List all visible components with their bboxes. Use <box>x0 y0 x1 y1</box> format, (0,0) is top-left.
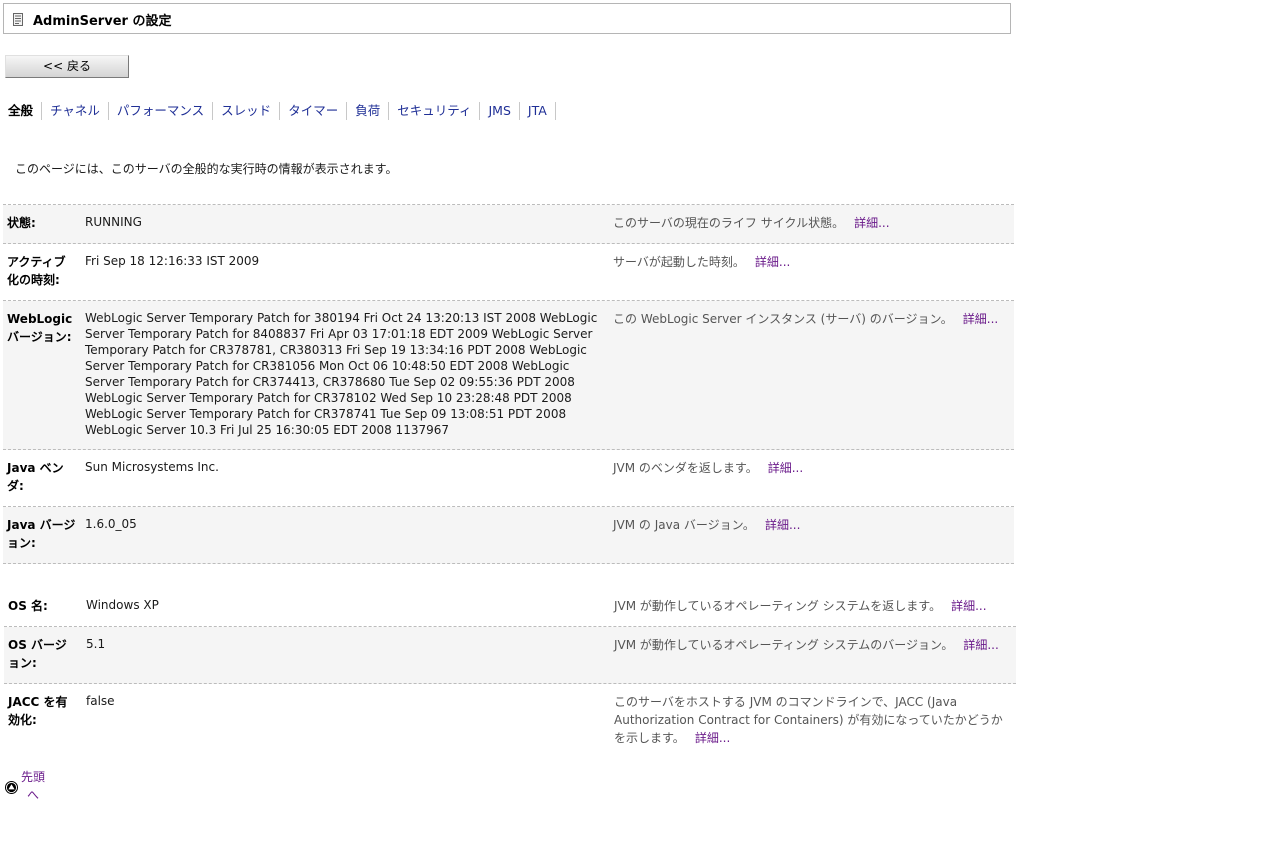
more-link[interactable]: 詳細... <box>963 638 998 652</box>
table-row: アクティブ化の時刻: Fri Sep 18 12:16:33 IST 2009 … <box>3 244 1014 301</box>
row-label: OS 名: <box>8 599 48 613</box>
row-description: JVM が動作しているオペレーティング システムのバージョン。 詳細... <box>614 638 999 652</box>
row-value: RUNNING <box>85 215 142 229</box>
more-link[interactable]: 詳細... <box>768 461 803 475</box>
row-value: false <box>86 694 115 708</box>
page-description: このページには、このサーバの全般的な実行時の情報が表示されます。 <box>15 162 398 176</box>
row-description: この WebLogic Server インスタンス (サーバ) のバージョン。詳… <box>613 312 999 326</box>
scroll-top-icon[interactable] <box>5 781 18 794</box>
title-bar: AdminServer の設定 <box>3 3 1011 34</box>
row-description: JVM の Java バージョン。 詳細... <box>613 518 801 532</box>
row-value: WebLogic Server Temporary Patch for 3801… <box>85 311 598 437</box>
row-description: サーバが起動した時刻。 詳細... <box>613 255 791 269</box>
row-label: Java バージョン: <box>7 518 76 550</box>
page: AdminServer の設定 << 戻る 全般 チャネル パフォーマンス スレ… <box>0 0 1280 853</box>
row-label: JACC を有効化: <box>8 695 68 727</box>
tab-jms[interactable]: JMS <box>480 102 520 120</box>
table-row: OS 名: Windows XP JVM が動作しているオペレーティング システ… <box>4 588 1016 627</box>
row-description: JVM のベンダを返します。 詳細... <box>613 461 804 475</box>
row-value: 5.1 <box>86 637 106 651</box>
tab-bar: 全般 チャネル パフォーマンス スレッド タイマー 負荷 セキュリティ JMS … <box>8 101 556 121</box>
row-label: OS バージョン: <box>8 638 67 670</box>
tab-threads[interactable]: スレッド <box>213 102 281 120</box>
row-description: JVM が動作しているオペレーティング システムを返します。 詳細... <box>614 599 987 613</box>
page-title: AdminServer の設定 <box>33 14 172 29</box>
more-link[interactable]: 詳細... <box>963 312 998 326</box>
more-link[interactable]: 詳細... <box>755 255 790 269</box>
tab-workload[interactable]: 負荷 <box>347 102 390 120</box>
table-row: Java バージョン: 1.6.0_05 JVM の Java バージョン。 詳細… <box>3 507 1014 564</box>
os-info-table: OS 名: Windows XP JVM が動作しているオペレーティング システ… <box>4 588 1016 754</box>
tab-jta[interactable]: JTA <box>520 102 556 120</box>
tab-channels[interactable]: チャネル <box>42 102 109 120</box>
row-description: このサーバをホストする JVM のコマンドラインで、JACC (Java Aut… <box>614 695 1003 745</box>
more-link[interactable]: 詳細... <box>854 216 889 230</box>
tab-security[interactable]: セキュリティ <box>389 102 481 120</box>
tab-timers[interactable]: タイマー <box>280 102 348 120</box>
more-link[interactable]: 詳細... <box>765 518 800 532</box>
row-value: Windows XP <box>86 598 159 612</box>
tab-general[interactable]: 全般 <box>8 102 43 120</box>
more-link[interactable]: 詳細... <box>951 599 986 613</box>
row-value: Sun Microsystems Inc. <box>85 460 219 474</box>
table-row: WebLogic バージョン: WebLogic Server Temporar… <box>3 301 1014 450</box>
row-label: Java ベンダ: <box>7 461 64 493</box>
table-row: Java ベンダ: Sun Microsystems Inc. JVM のベンダ… <box>3 450 1014 507</box>
back-button[interactable]: << 戻る <box>5 55 129 78</box>
table-row: JACC を有効化: false このサーバをホストする JVM のコマンドライ… <box>4 684 1016 754</box>
row-label: アクティブ化の時刻: <box>7 255 66 287</box>
more-link[interactable]: 詳細... <box>695 731 730 745</box>
row-description: このサーバの現在のライフ サイクル状態。 詳細... <box>613 216 890 230</box>
row-label: 状態: <box>7 216 36 230</box>
tab-performance[interactable]: パフォーマンス <box>109 102 214 120</box>
runtime-info-table: 状態: RUNNING このサーバの現在のライフ サイクル状態。 詳細... アク… <box>3 204 1014 564</box>
scroll-top-label[interactable]: 先頭へ <box>18 768 48 804</box>
scroll-top-link[interactable]: 先頭へ <box>5 768 65 808</box>
row-label: WebLogic バージョン: <box>7 312 73 344</box>
row-value: Fri Sep 18 12:16:33 IST 2009 <box>85 254 260 268</box>
server-config-icon <box>13 13 23 26</box>
row-value: 1.6.0_05 <box>85 517 137 531</box>
table-row: OS バージョン: 5.1 JVM が動作しているオペレーティング システムのバ… <box>4 627 1016 684</box>
table-row: 状態: RUNNING このサーバの現在のライフ サイクル状態。 詳細... <box>3 205 1014 244</box>
